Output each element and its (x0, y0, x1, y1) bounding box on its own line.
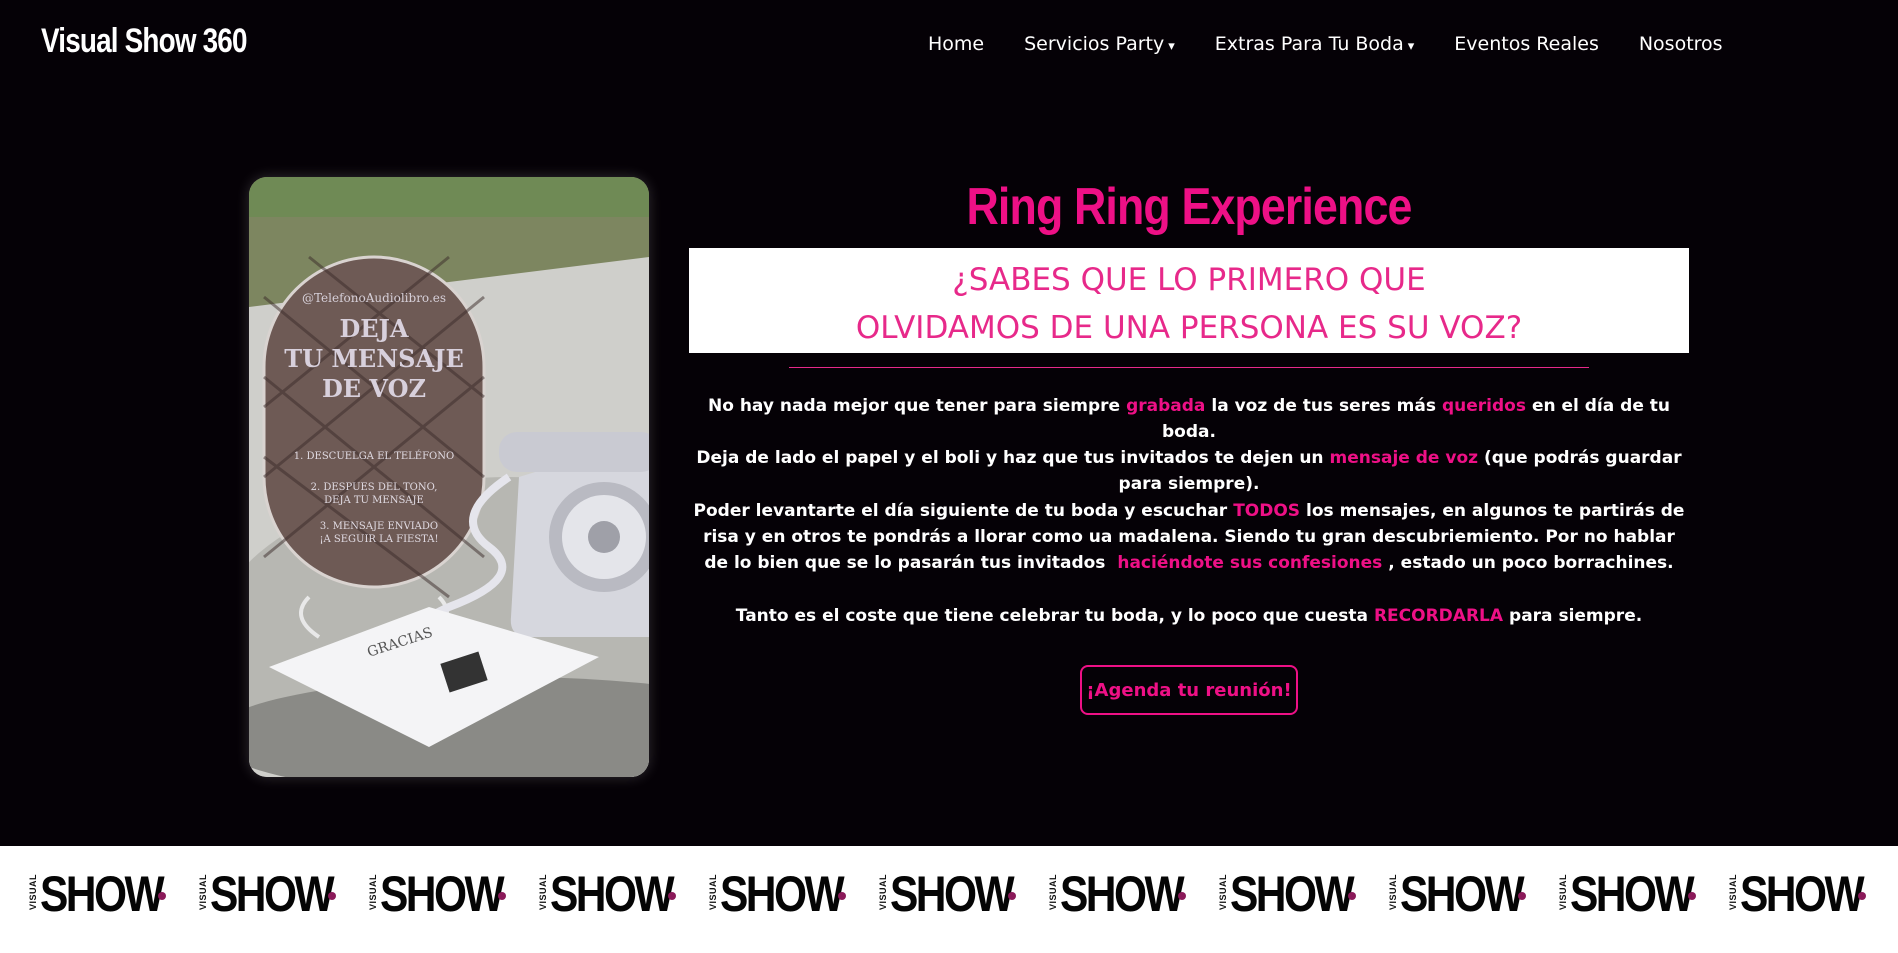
product-photo: @TelefonoAudiolibro.es DEJA TU MENSAJE D… (249, 177, 649, 777)
visual-show-logo: VISUALSHOW (670, 866, 846, 922)
sign-title-3: DE VOZ (322, 374, 426, 403)
sign-step-3a: 3. MENSAJE ENVIADO (320, 521, 438, 532)
logo-small-text: VISUAL (28, 874, 38, 911)
logo-small-text: VISUAL (1218, 874, 1228, 911)
logo-big-text: SHOW (40, 866, 165, 922)
sign-title-1: DEJA (339, 314, 408, 343)
visual-show-logo: VISUALSHOW (1010, 866, 1186, 922)
visual-show-logo: VISUALSHOW (330, 866, 506, 922)
logo-big-text: SHOW (380, 866, 505, 922)
visual-show-logo: VISUALSHOW (840, 866, 1016, 922)
paragraph-3: Poder levantarte el día siguiente de tu … (693, 501, 1685, 573)
main-nav: Home Servicios Party ▾ Extras Para Tu Bod… (928, 33, 1723, 55)
logo-big-text: SHOW (1230, 866, 1355, 922)
site-header: Visual Show 360 Home Servicios Party ▾ Ex… (0, 0, 1898, 92)
logo-small-text: VISUAL (1388, 874, 1398, 911)
question-box: ¿SABES QUE LO PRIMERO QUE OLVIDAMOS DE U… (689, 248, 1689, 353)
logo-big-text: SHOW (550, 866, 675, 922)
sign-step-1: 1. DESCUELGA EL TELÉFONO (294, 450, 454, 462)
logo-small-text: VISUAL (708, 874, 718, 911)
sign-handle: @TelefonoAudiolibro.es (302, 291, 446, 305)
logo-small-text: VISUAL (1048, 874, 1058, 911)
nav-home[interactable]: Home (928, 33, 984, 55)
brand-marquee: VISUAL SHOW VISUAL SHOW VISUAL SHOW VISUAL SHOW… (0, 846, 1898, 953)
visual-show-logo: VISUALSHOW (160, 866, 336, 922)
logo-big-text: SHOW (720, 866, 845, 922)
visual-show-logo: VISUALSHOW (1350, 866, 1526, 922)
logo-small-text: VISUAL (1728, 874, 1738, 911)
paragraph-4: Tanto es el coste que tiene celebrar tu … (735, 606, 1643, 626)
logo-big-text: SHOW (210, 866, 335, 922)
marquee-track: VISUAL SHOW VISUAL SHOW VISUAL SHOW VISUAL SHOW… (0, 868, 1898, 920)
logo-big-text: SHOW (1570, 866, 1695, 922)
paragraph-2: Deja de lado el papel y el boli y haz qu… (696, 448, 1682, 494)
sign-step-2a: 2. DESPUES DEL TONO, (311, 482, 438, 493)
visual-show-logo: VISUALSHOW (500, 866, 676, 922)
schedule-meeting-button[interactable]: ¡Agenda tu reunión! (1080, 665, 1298, 715)
divider (789, 367, 1589, 368)
nav-servicios-party[interactable]: Servicios Party ▾ (1024, 33, 1175, 55)
logo-big-text: SHOW (890, 866, 1015, 922)
nav-eventos-reales[interactable]: Eventos Reales (1454, 33, 1599, 55)
question-line-2: OLVIDAMOS DE UNA PERSONA ES SU VOZ? (855, 310, 1523, 346)
visual-show-logo: VISUALSHOW (1520, 866, 1696, 922)
logo-small-text: VISUAL (878, 874, 888, 911)
question-line-1: ¿SABES QUE LO PRIMERO QUE (952, 262, 1426, 298)
visual-show-logo: VISUALSHOW (1690, 866, 1866, 922)
logo-small-text: VISUAL (198, 874, 208, 911)
chevron-down-icon: ▾ (1407, 39, 1415, 54)
page-title: Ring Ring Experience (966, 178, 1412, 236)
nav-extras-boda[interactable]: Extras Para Tu Boda ▾ (1215, 33, 1415, 55)
logo-big-text: SHOW (1400, 866, 1525, 922)
chevron-down-icon: ▾ (1168, 39, 1175, 54)
logo-small-text: VISUAL (368, 874, 378, 911)
visual-show-logo: VISUALSHOW (0, 866, 166, 922)
logo-small-text: VISUAL (1558, 874, 1568, 911)
site-logo[interactable]: Visual Show 360 (41, 22, 247, 61)
visual-show-logo: VISUALSHOW (1860, 868, 1898, 920)
logo-big-text: SHOW (1060, 866, 1185, 922)
logo-big-text: SHOW (1740, 866, 1865, 922)
nav-nosotros[interactable]: Nosotros (1639, 33, 1723, 55)
sign-step-2b: DEJA TU MENSAJE (324, 495, 424, 506)
sign-step-3b: ¡A SEGUIR LA FIESTA! (319, 534, 438, 545)
sign-title-2: TU MENSAJE (284, 344, 464, 373)
logo-small-text: VISUAL (538, 874, 548, 911)
paragraph-1: No hay nada mejor que tener para siempre… (708, 396, 1670, 442)
visual-show-logo: VISUALSHOW (1180, 866, 1356, 922)
